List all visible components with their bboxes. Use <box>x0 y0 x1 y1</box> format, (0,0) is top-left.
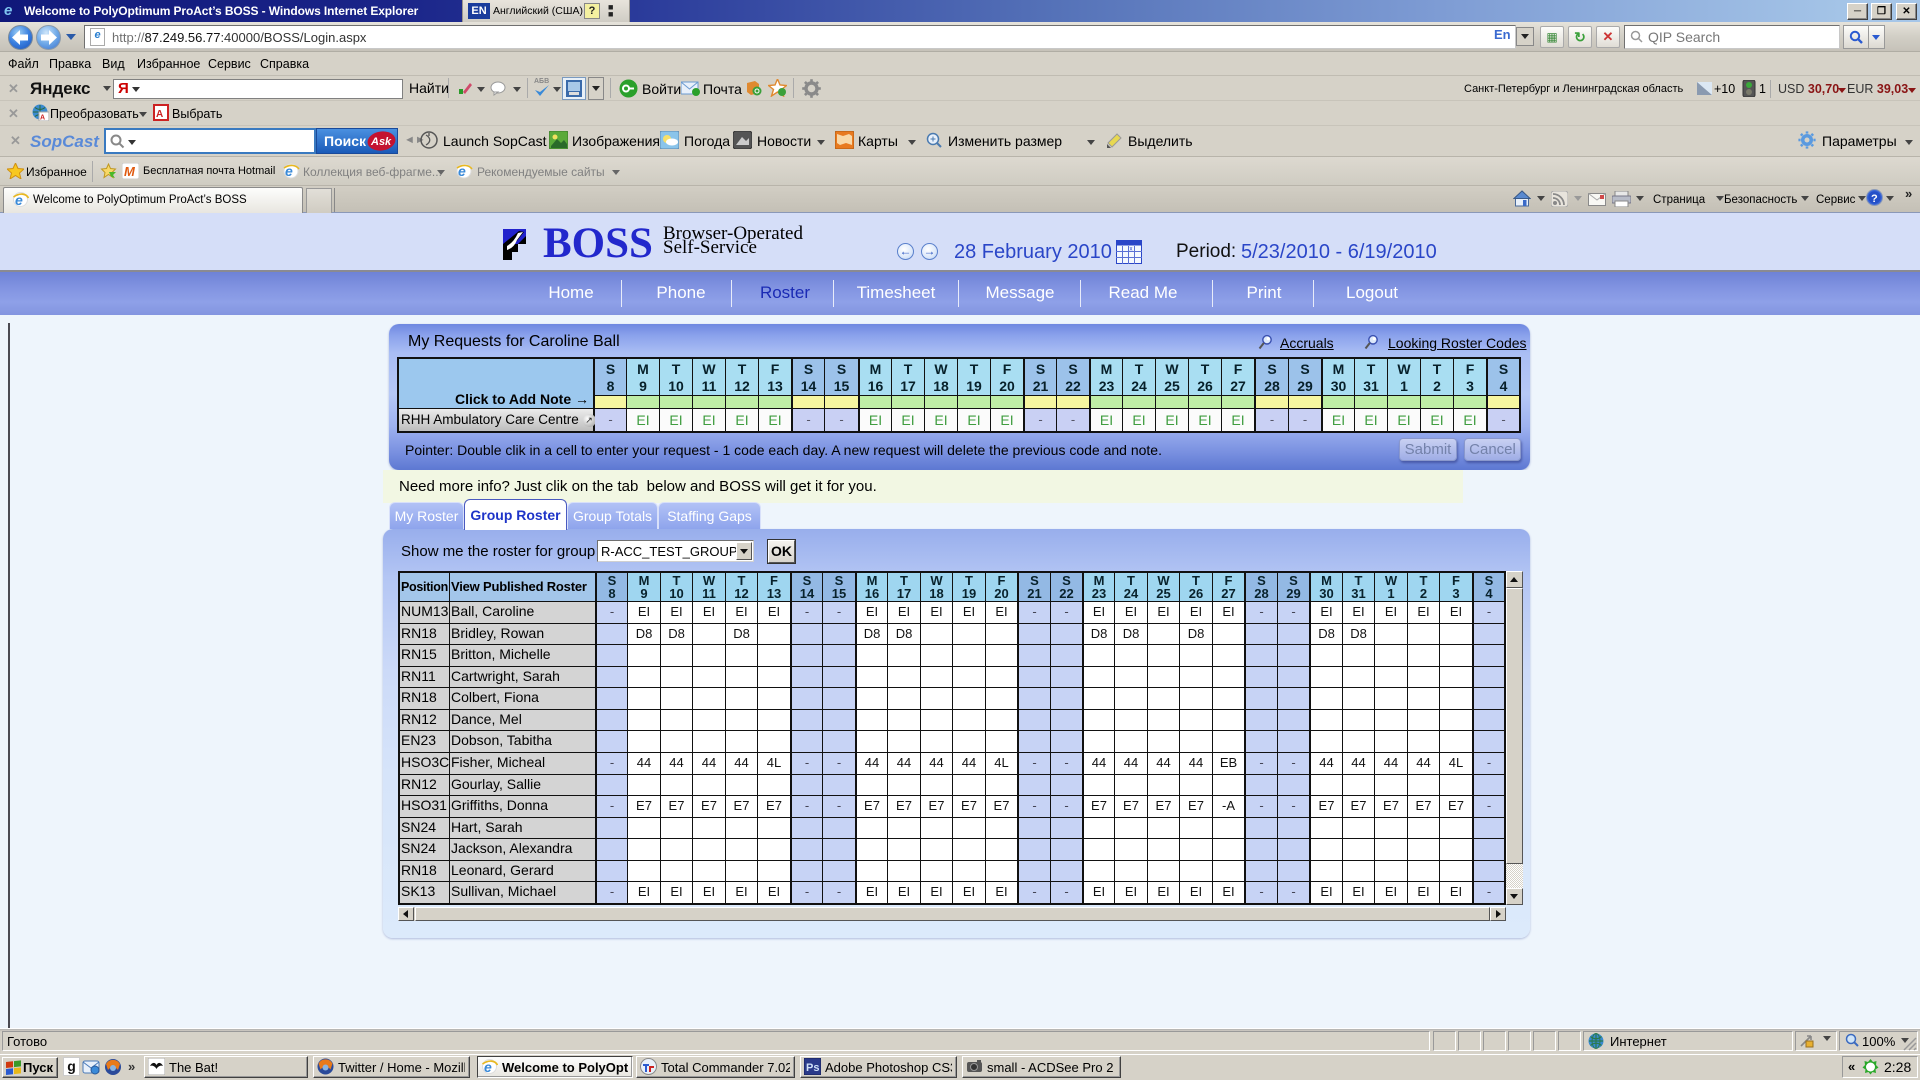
svg-text:x: x <box>1130 247 1133 253</box>
svg-text:M: M <box>124 164 136 179</box>
svg-text:A: A <box>156 109 163 120</box>
svg-text:A: A <box>40 115 45 122</box>
svg-text:Ps: Ps <box>806 1062 819 1074</box>
svg-text:Ask: Ask <box>370 136 392 148</box>
svg-text:?: ? <box>1871 193 1878 205</box>
